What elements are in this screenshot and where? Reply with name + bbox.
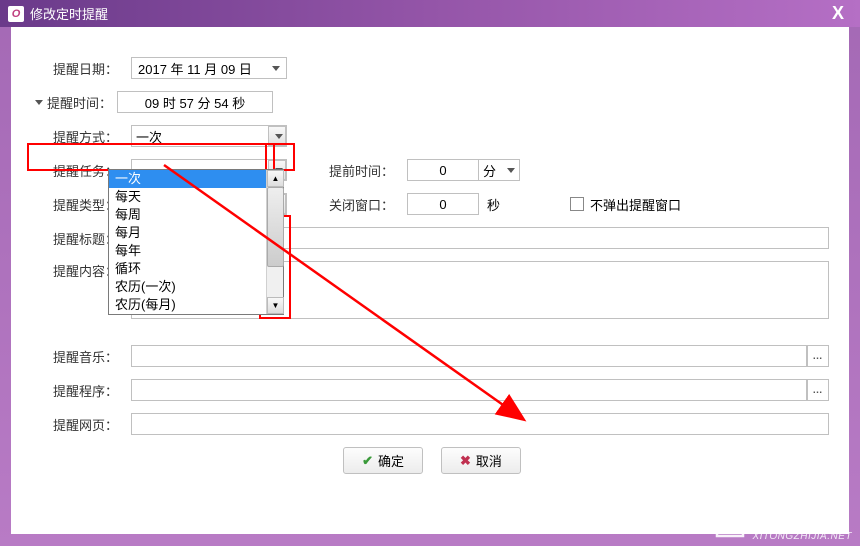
closewin-value: 0 [439, 197, 446, 212]
label-url: 提醒网页： [53, 415, 131, 434]
scroll-thumb[interactable] [267, 187, 284, 267]
mode-dropdown-list: 一次 每天 每周 每月 每年 循环 农历(一次) 农历(每月) ▲ ▼ [108, 169, 284, 315]
dropdown-option[interactable]: 一次 [109, 170, 283, 188]
advance-input[interactable]: 0 [407, 159, 479, 181]
row-program: 提醒程序： … [53, 379, 829, 401]
app-icon: O [8, 6, 24, 22]
music-input[interactable] [131, 345, 807, 367]
annotation-box [265, 143, 295, 171]
row-time: 提醒时间： 09 时 57 分 54 秒 [35, 91, 829, 113]
cross-icon: ✖ [460, 453, 471, 469]
dropdown-scrollbar[interactable]: ▲ ▼ [266, 170, 283, 314]
time-value: 09 时 57 分 54 秒 [145, 93, 245, 112]
triangle-down-icon: ▼ [272, 301, 280, 310]
watermark: 系统之家 XITONGZHIJIA.NET [705, 503, 860, 546]
advance-unit-combo[interactable]: 分 [478, 159, 520, 181]
ok-label: 确定 [378, 451, 404, 470]
dropdown-option[interactable]: 循环 [109, 260, 283, 278]
label-time: 提醒时间： [47, 93, 117, 112]
close-button[interactable]: X [826, 3, 850, 24]
annotation-box [27, 143, 275, 171]
label-program: 提醒程序： [53, 381, 131, 400]
chevron-down-icon [275, 134, 283, 139]
dropdown-option[interactable]: 每周 [109, 206, 283, 224]
titlebar: O 修改定时提醒 X [0, 0, 860, 27]
expand-icon[interactable] [35, 100, 43, 105]
closewin-input[interactable]: 0 [407, 193, 479, 215]
watermark-text2: XITONGZHIJIA.NET [753, 531, 853, 542]
ok-button[interactable]: ✔ 确定 [343, 447, 423, 474]
music-browse-button[interactable]: … [807, 345, 829, 367]
dropdown-option[interactable]: 农历(一次) [109, 278, 283, 296]
time-input[interactable]: 09 时 57 分 54 秒 [117, 91, 273, 113]
dropdown-option[interactable]: 农历(每月) [109, 296, 283, 314]
label-date: 提醒日期： [53, 59, 131, 78]
label-nopopup: 不弹出提醒窗口 [590, 195, 681, 214]
program-input[interactable] [131, 379, 807, 401]
date-picker[interactable]: 2017 年 11 月 09 日 [131, 57, 287, 79]
row-music: 提醒音乐： … [53, 345, 829, 367]
row-date: 提醒日期： 2017 年 11 月 09 日 [53, 57, 829, 79]
dropdown-option[interactable]: 每年 [109, 242, 283, 260]
chevron-down-icon [507, 168, 515, 173]
advance-value: 0 [439, 163, 446, 178]
cancel-button[interactable]: ✖ 取消 [441, 447, 521, 474]
chevron-down-icon [272, 66, 280, 71]
scroll-up-button[interactable]: ▲ [267, 170, 284, 187]
advance-unit: 分 [483, 161, 496, 180]
dropdown-option[interactable]: 每天 [109, 188, 283, 206]
check-icon: ✔ [362, 453, 373, 469]
window-title: 修改定时提醒 [30, 4, 108, 23]
watermark-text1: 系统之家 [753, 507, 853, 531]
cancel-label: 取消 [476, 451, 502, 470]
row-url: 提醒网页： [53, 413, 829, 435]
watermark-logo-icon [713, 510, 747, 540]
dropdown-option[interactable]: 每月 [109, 224, 283, 242]
label-music: 提醒音乐： [53, 347, 131, 366]
button-bar: ✔ 确定 ✖ 取消 [35, 447, 829, 474]
closewin-unit: 秒 [487, 195, 500, 214]
label-advance: 提前时间： [329, 161, 407, 180]
triangle-up-icon: ▲ [272, 174, 280, 183]
program-browse-button[interactable]: … [807, 379, 829, 401]
scroll-down-button[interactable]: ▼ [267, 297, 284, 314]
url-input[interactable] [131, 413, 829, 435]
label-closewin: 关闭窗口： [329, 195, 407, 214]
nopopup-checkbox[interactable] [570, 197, 584, 211]
date-value: 2017 年 11 月 09 日 [138, 59, 252, 78]
dialog-body: 提醒日期： 2017 年 11 月 09 日 提醒时间： 09 时 57 分 5… [11, 27, 849, 534]
